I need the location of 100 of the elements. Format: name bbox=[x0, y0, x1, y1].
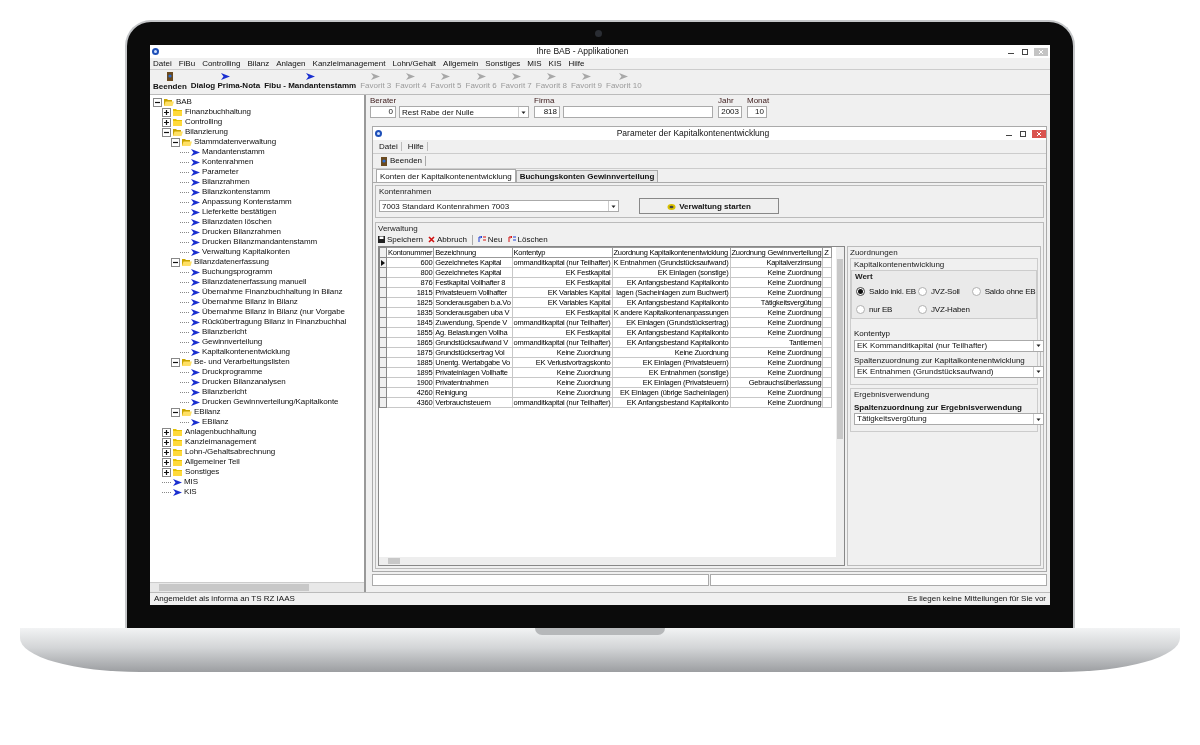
radio-label[interactable]: nur EB bbox=[869, 305, 893, 315]
dropdown-field[interactable]: Tätigkeitsvergütung bbox=[854, 413, 1044, 426]
input-field[interactable] bbox=[372, 574, 709, 586]
tab[interactable]: Buchungskonten Gewinnverteilung bbox=[515, 170, 659, 182]
toolbar-button[interactable]: Fibu - Mandantenstamm bbox=[264, 73, 357, 91]
menu-item[interactable]: Datei bbox=[376, 141, 402, 152]
exit-button[interactable]: Beenden bbox=[377, 156, 427, 166]
tree-item[interactable]: BAB bbox=[176, 97, 192, 107]
radio-label[interactable]: JVZ-Soll bbox=[931, 286, 960, 297]
collapse-toggle[interactable] bbox=[153, 97, 162, 107]
input-field[interactable]: 2003 bbox=[718, 106, 742, 119]
radio-label[interactable]: Saldo ohne EB bbox=[984, 286, 1036, 297]
menu-item[interactable]: Anlagen bbox=[276, 58, 306, 69]
tree-item[interactable]: Mandantenstamm bbox=[202, 147, 265, 157]
radio-label[interactable]: Saldo inkl. EB bbox=[869, 286, 916, 297]
input-field[interactable]: 818 bbox=[534, 106, 560, 119]
maximize-icon[interactable] bbox=[1018, 129, 1028, 138]
menu-item[interactable]: Sonstiges bbox=[485, 58, 521, 69]
tree-item[interactable]: Anlagenbuchhaltung bbox=[185, 427, 257, 437]
menu-item[interactable]: Lohn/Gehalt bbox=[392, 58, 437, 69]
dropdown-field[interactable]: 7003 Standard Kontenrahmen 7003 bbox=[379, 200, 619, 213]
menu-item[interactable]: Allgemein bbox=[443, 58, 479, 69]
expand-toggle[interactable] bbox=[162, 457, 171, 467]
tree-item[interactable]: Allgemeiner Teil bbox=[185, 457, 240, 467]
tree-item[interactable]: Parameter bbox=[202, 167, 239, 177]
collapse-toggle[interactable] bbox=[162, 127, 171, 137]
tree-item[interactable]: Buchungsprogramm bbox=[202, 267, 273, 277]
input-field[interactable]: 10 bbox=[747, 106, 767, 119]
tree-item[interactable]: Bilanzkontenstamm bbox=[202, 187, 271, 197]
input-field[interactable] bbox=[710, 574, 1047, 586]
horizontal-scrollbar[interactable] bbox=[379, 557, 844, 565]
vertical-scrollbar[interactable] bbox=[836, 247, 844, 557]
tree-item[interactable]: Bilanzdatenerfassung bbox=[194, 257, 269, 267]
tree-item[interactable]: Be- und Verarbeitungslisten bbox=[194, 357, 290, 367]
tab[interactable]: Konten der Kapitalkontenentwicklung bbox=[376, 169, 516, 182]
radio-button[interactable] bbox=[918, 287, 927, 297]
tree-item[interactable]: Anpassung Kontenstamm bbox=[202, 197, 292, 207]
expand-toggle[interactable] bbox=[162, 427, 171, 437]
tree-item[interactable]: Übernahme Finanzbuchhaltung in Bilanz bbox=[202, 287, 343, 297]
tree-item[interactable]: Drucken Gewinnverteilung/Kapitalkonte bbox=[202, 397, 339, 407]
collapse-toggle[interactable] bbox=[171, 357, 180, 367]
expand-toggle[interactable] bbox=[162, 117, 171, 127]
tree-item[interactable]: Bilanzdaten löschen bbox=[202, 217, 272, 227]
tree-item[interactable]: Kanzleimanagement bbox=[185, 437, 257, 447]
dropdown-field[interactable]: Rest Rabe der Nulle bbox=[399, 106, 529, 119]
tree-item[interactable]: Finanzbuchhaltung bbox=[185, 107, 251, 117]
horizontal-scrollbar[interactable] bbox=[150, 582, 364, 592]
tree-item[interactable]: MIS bbox=[184, 477, 198, 487]
toolbar-button[interactable]: Neu bbox=[477, 235, 503, 245]
start-button[interactable]: Verwaltung starten bbox=[639, 198, 779, 215]
menu-item[interactable]: Hilfe bbox=[568, 58, 585, 69]
tree-item[interactable]: Druckprogramme bbox=[202, 367, 263, 377]
menu-item[interactable]: Datei bbox=[153, 58, 172, 69]
expand-toggle[interactable] bbox=[162, 447, 171, 457]
radio-label[interactable]: JVZ-Haben bbox=[931, 305, 970, 315]
menu-item[interactable]: Controlling bbox=[202, 58, 241, 69]
tree-item[interactable]: Bilanzbericht bbox=[202, 387, 247, 397]
tree-item[interactable]: Übernahme Bilanz in Bilanz (nur Vorgabe bbox=[202, 307, 345, 317]
dropdown-field[interactable]: EK Kommanditkapital (nur Teilhafter) bbox=[854, 339, 1044, 352]
tree-item[interactable]: Rückübertragung Bilanz in Finanzbuchhal bbox=[202, 317, 347, 327]
menu-item[interactable]: Kanzleimanagement bbox=[312, 58, 386, 69]
tree-item[interactable]: Lieferkette bestätigen bbox=[202, 207, 277, 217]
input-field[interactable]: 0 bbox=[370, 106, 396, 119]
tree-item[interactable]: Gewinnverteilung bbox=[202, 337, 263, 347]
collapse-toggle[interactable] bbox=[171, 137, 180, 147]
toolbar-button[interactable]: Beenden bbox=[153, 72, 187, 92]
menu-item[interactable]: Bilanz bbox=[247, 58, 270, 69]
tree-item[interactable]: Drucken Bilanzmandantenstamm bbox=[202, 237, 318, 247]
tree-item[interactable]: Sonstiges bbox=[185, 467, 220, 477]
tree-item[interactable]: Lohn-/Gehaltsabrechnung bbox=[185, 447, 276, 457]
tree-item[interactable]: Übernahme Bilanz in Bilanz bbox=[202, 297, 298, 307]
menu-item[interactable]: MIS bbox=[527, 58, 542, 69]
expand-toggle[interactable] bbox=[162, 107, 171, 117]
tree-item[interactable]: Kapitalkontenentwicklung bbox=[202, 347, 290, 357]
radio-button[interactable] bbox=[971, 287, 981, 297]
tree-item[interactable]: Bilanzdatenerfassung manuell bbox=[202, 277, 307, 287]
expand-toggle[interactable] bbox=[162, 437, 171, 447]
tree-item[interactable]: Verwaltung Kapitalkonten bbox=[202, 247, 290, 257]
collapse-toggle[interactable] bbox=[171, 407, 180, 417]
tree-item[interactable]: Controlling bbox=[185, 117, 223, 127]
radio-button[interactable] bbox=[856, 287, 865, 297]
tree-item[interactable]: Bilanzrahmen bbox=[202, 177, 250, 187]
dropdown-field[interactable]: EK Entnahmen (Grundstücksaufwand) bbox=[854, 365, 1044, 378]
tree-item[interactable]: EBilanz bbox=[194, 407, 221, 417]
tree-item[interactable]: Drucken Bilanzrahmen bbox=[202, 227, 281, 237]
tree-item[interactable]: KIS bbox=[184, 487, 197, 497]
tree-item[interactable]: Kontenrahmen bbox=[202, 157, 254, 167]
radio-button[interactable] bbox=[856, 305, 865, 315]
maximize-icon[interactable] bbox=[1020, 47, 1030, 56]
collapse-toggle[interactable] bbox=[171, 257, 180, 267]
toolbar-button[interactable]: Speichern bbox=[378, 235, 424, 245]
expand-toggle[interactable] bbox=[162, 467, 171, 477]
tree-item[interactable]: Drucken Bilanzanalysen bbox=[202, 377, 286, 387]
toolbar-button[interactable]: Abbruch bbox=[428, 235, 467, 245]
tree-item[interactable]: Bilanzbericht bbox=[202, 327, 247, 337]
tree-item[interactable]: EBilanz bbox=[202, 417, 229, 427]
menu-item[interactable]: FiBu bbox=[178, 58, 196, 69]
tree-item[interactable]: Stammdatenverwaltung bbox=[194, 137, 277, 147]
close-icon[interactable] bbox=[1032, 129, 1046, 138]
menu-item[interactable]: KIS bbox=[548, 58, 562, 69]
